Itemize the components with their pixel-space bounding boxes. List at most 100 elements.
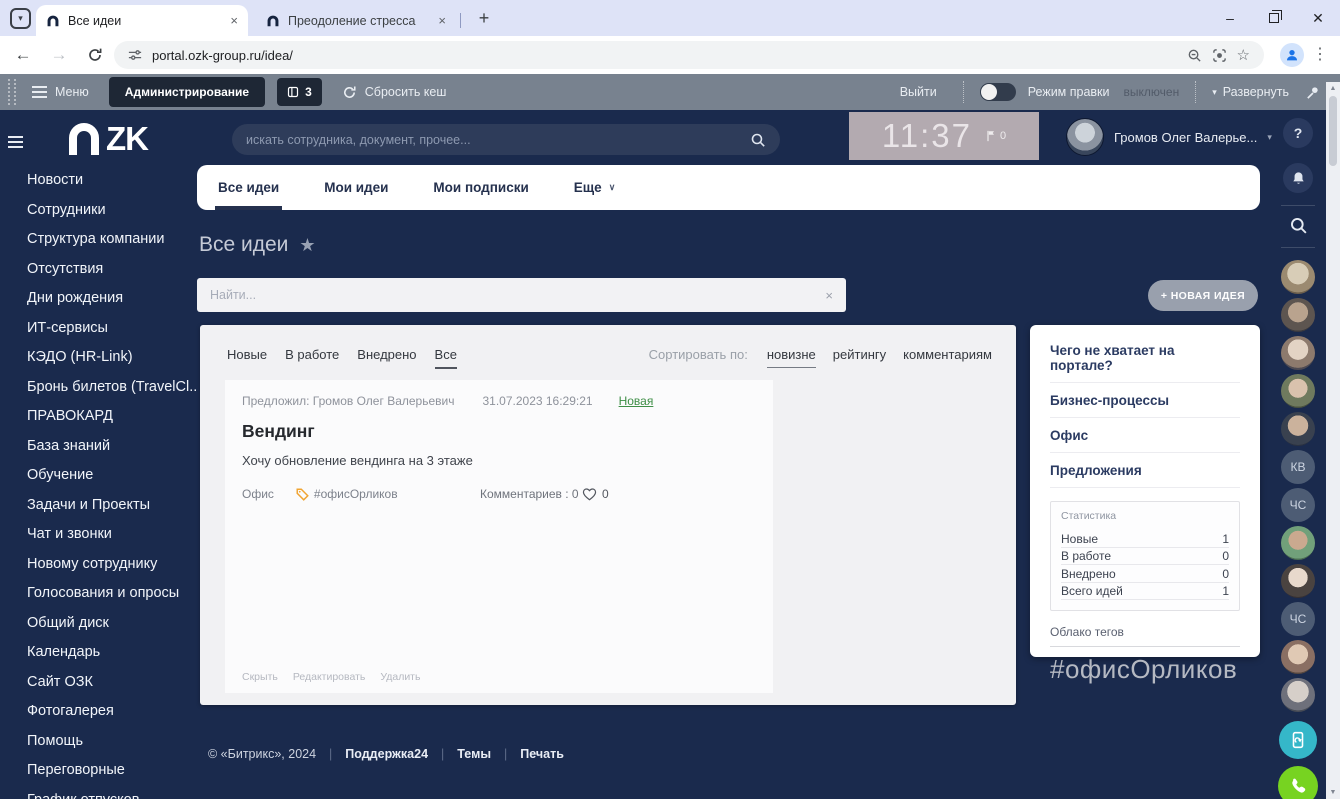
- sidebar-item[interactable]: Структура компании: [0, 225, 196, 255]
- scrollbar-thumb[interactable]: [1329, 96, 1337, 166]
- sidebar-item[interactable]: Фотогалерея: [0, 697, 196, 727]
- sidebar-item[interactable]: ПРАВОКАРД: [0, 402, 196, 432]
- idea-title[interactable]: Вендинг: [242, 421, 756, 442]
- clock-panel[interactable]: 11:37 0: [849, 112, 1039, 160]
- site-info-icon[interactable]: [128, 48, 142, 62]
- contact-avatar[interactable]: КВ: [1281, 450, 1315, 484]
- sidebar-item[interactable]: Голосования и опросы: [0, 579, 196, 609]
- footer-link[interactable]: Темы: [428, 747, 491, 761]
- tag-cloud-tag[interactable]: #офисОрликов: [1050, 654, 1240, 685]
- window-minimize-button[interactable]: –: [1208, 0, 1252, 36]
- reload-icon[interactable]: [84, 44, 106, 66]
- help-button[interactable]: ?: [1283, 118, 1313, 148]
- reset-cache-button[interactable]: Сбросить кеш: [342, 85, 446, 100]
- contact-avatar[interactable]: [1281, 640, 1315, 674]
- edit-mode-toggle[interactable]: [979, 83, 1016, 101]
- page-scrollbar[interactable]: ▲ ▼: [1326, 82, 1340, 799]
- contact-avatar[interactable]: [1281, 298, 1315, 332]
- sidebar-item[interactable]: Помощь: [0, 727, 196, 757]
- like-button[interactable]: 0: [582, 487, 609, 501]
- forward-icon[interactable]: →: [48, 44, 70, 66]
- status-filter[interactable]: Все: [434, 347, 457, 369]
- rail-search-button[interactable]: [1289, 216, 1308, 235]
- idea-action-link[interactable]: Скрыть: [242, 671, 278, 683]
- footer-link[interactable]: Печать: [491, 747, 564, 761]
- global-search-input[interactable]: [246, 132, 750, 147]
- category-link[interactable]: Бизнес-процессы: [1050, 383, 1240, 418]
- status-filter[interactable]: Новые: [227, 347, 267, 369]
- browser-profile-icon[interactable]: [1280, 43, 1304, 67]
- zoom-out-icon[interactable]: [1187, 48, 1202, 63]
- idea-status-badge[interactable]: Новая: [619, 394, 654, 408]
- browser-tab-active[interactable]: Все идеи ×: [36, 5, 248, 36]
- back-icon[interactable]: ←: [12, 44, 34, 66]
- pin-icon[interactable]: [1305, 85, 1320, 100]
- browser-menu-icon[interactable]: ⋮: [1312, 44, 1328, 64]
- sidebar-item[interactable]: Новому сотруднику: [0, 550, 196, 580]
- sort-option[interactable]: рейтингу: [833, 347, 886, 368]
- page-tab[interactable]: Все идеи: [214, 165, 283, 210]
- url-field[interactable]: portal.ozk-group.ru/idea/ ☆: [114, 41, 1264, 69]
- sidebar-item[interactable]: Сотрудники: [0, 196, 196, 226]
- idea-card[interactable]: Предложил: Громов Олег Валерьевич 31.07.…: [225, 380, 773, 693]
- contact-avatar[interactable]: [1281, 260, 1315, 294]
- sidebar-item[interactable]: Чат и звонки: [0, 520, 196, 550]
- search-icon[interactable]: [750, 132, 766, 148]
- new-tab-button[interactable]: +: [472, 6, 496, 30]
- new-idea-button[interactable]: + НОВАЯ ИДЕЯ: [1148, 280, 1258, 311]
- sidebar-item[interactable]: Задачи и Проекты: [0, 491, 196, 521]
- portal-menu-icon[interactable]: [8, 130, 23, 148]
- admin-menu-button[interactable]: Меню: [32, 85, 89, 99]
- footer-link[interactable]: Поддержка24: [316, 747, 428, 761]
- toolbar-grip-icon[interactable]: [8, 79, 16, 105]
- bookmark-star-icon[interactable]: ☆: [1237, 46, 1250, 64]
- scroll-up-icon[interactable]: ▲: [1330, 85, 1337, 92]
- ideas-search-input[interactable]: [210, 288, 826, 302]
- sidebar-item[interactable]: Дни рождения: [0, 284, 196, 314]
- idea-action-link[interactable]: Удалить: [380, 671, 420, 683]
- idea-action-link[interactable]: Редактировать: [293, 671, 366, 683]
- idea-comments-count[interactable]: Комментариев : 0: [480, 487, 579, 501]
- status-filter[interactable]: В работе: [285, 347, 339, 369]
- idea-category[interactable]: Офис: [242, 487, 274, 501]
- ozk-logo[interactable]: ZK: [64, 120, 149, 158]
- contact-avatar[interactable]: ЧС: [1281, 602, 1315, 636]
- sidebar-item[interactable]: Бронь билетов (TravelCl...: [0, 373, 196, 403]
- category-link[interactable]: Предложения: [1050, 453, 1240, 488]
- expand-button[interactable]: ▾ Развернуть: [1212, 85, 1289, 99]
- contact-avatar[interactable]: [1281, 564, 1315, 598]
- contact-avatar[interactable]: [1281, 678, 1315, 712]
- notifications-bell-button[interactable]: [1283, 163, 1313, 193]
- sidebar-item[interactable]: График отпусков: [0, 786, 196, 799]
- window-restore-button[interactable]: [1252, 0, 1296, 36]
- window-close-button[interactable]: ✕: [1296, 0, 1340, 36]
- category-link[interactable]: Чего не хватает на портале?: [1050, 333, 1240, 383]
- sidebar-item[interactable]: База знаний: [0, 432, 196, 462]
- tab-close-icon[interactable]: ×: [230, 13, 238, 28]
- sort-option[interactable]: комментариям: [903, 347, 992, 368]
- page-tab[interactable]: Мои подписки: [433, 165, 528, 210]
- mobile-app-button[interactable]: [1279, 721, 1317, 759]
- global-search[interactable]: [232, 124, 780, 155]
- sidebar-item[interactable]: Новости: [0, 166, 196, 196]
- tab-close-icon[interactable]: ×: [438, 13, 446, 28]
- logout-button[interactable]: Выйти: [900, 85, 937, 99]
- sort-option[interactable]: новизне: [766, 347, 816, 368]
- sidebar-item[interactable]: Отсутствия: [0, 255, 196, 285]
- page-tab[interactable]: Мои идеи: [324, 165, 388, 210]
- user-menu[interactable]: Громов Олег Валерье... ▾: [1066, 118, 1272, 156]
- status-filter[interactable]: Внедрено: [357, 347, 416, 369]
- favorite-star-icon[interactable]: ★: [299, 235, 315, 256]
- idea-tag[interactable]: #офисОрликов: [314, 487, 398, 501]
- sidebar-item[interactable]: ИТ-сервисы: [0, 314, 196, 344]
- contact-avatar[interactable]: [1281, 374, 1315, 408]
- sidebar-item[interactable]: Обучение: [0, 461, 196, 491]
- sidebar-item[interactable]: Календарь: [0, 638, 196, 668]
- sidebar-item[interactable]: КЭДО (HR-Link): [0, 343, 196, 373]
- ideas-search[interactable]: ×: [197, 278, 846, 312]
- lens-icon[interactable]: [1212, 48, 1227, 63]
- sidebar-item[interactable]: Общий диск: [0, 609, 196, 639]
- contact-avatar[interactable]: [1281, 412, 1315, 446]
- contact-avatar[interactable]: ЧС: [1281, 488, 1315, 522]
- call-button[interactable]: [1278, 766, 1318, 799]
